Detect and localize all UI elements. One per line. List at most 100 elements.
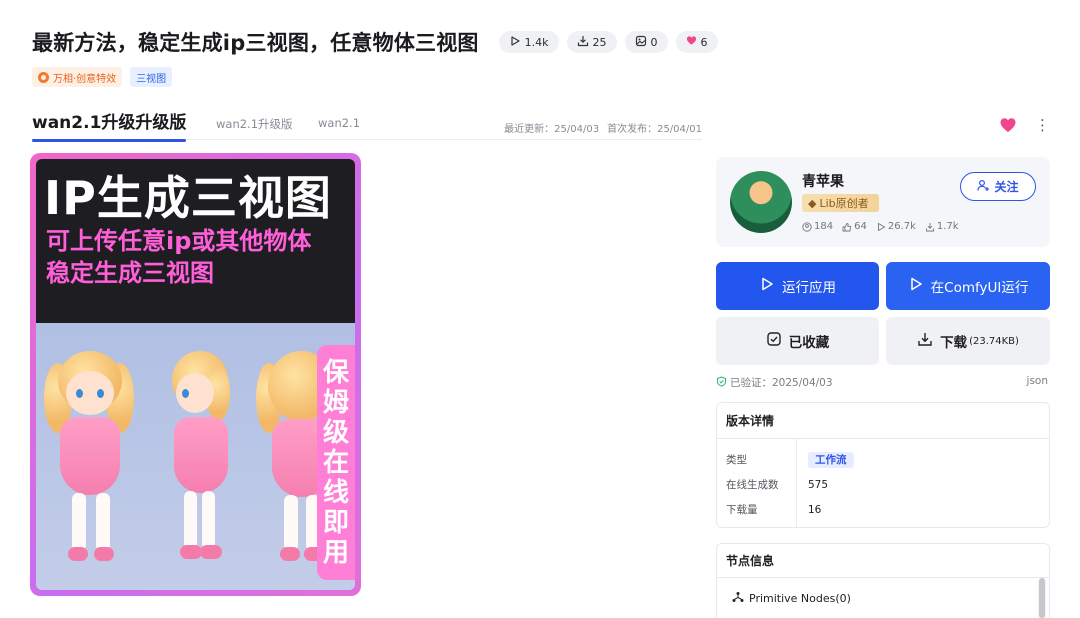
effect-icon <box>38 71 49 83</box>
tag-list: 万相·创意特效 三视图 <box>32 67 173 87</box>
heart-icon <box>686 35 697 49</box>
download-count-label: 下载量 <box>726 504 758 516</box>
download-icon <box>917 331 933 351</box>
run-comfyui-button[interactable]: 在ComfyUI运行 <box>886 262 1050 310</box>
downloads-stat: 25 <box>566 31 617 53</box>
user-icon <box>802 221 812 232</box>
node-item-label: Primitive Nodes(0) <box>749 591 851 605</box>
published-date: 首次发布：25/04/01 <box>607 124 702 135</box>
node-item-primitive[interactable]: Primitive Nodes(0) <box>717 578 1049 618</box>
detail-row-type: 类型 工作流 <box>717 447 1049 472</box>
type-chip: 工作流 <box>808 452 854 468</box>
version-detail-body: 类型 工作流 在线生成数 575 下载量 16 <box>717 439 1049 527</box>
verified-text: 已验证：2025/04/03 <box>730 377 833 389</box>
online-label: 在线生成数 <box>726 479 779 491</box>
tag-three-view[interactable]: 三视图 <box>130 67 173 87</box>
runs-count: 1.4k <box>524 35 549 49</box>
stats-bar: 1.4k 25 0 6 <box>498 31 718 53</box>
follow-button[interactable]: 关注 <box>960 172 1036 201</box>
tab-version-active[interactable]: wan2.1升级升级版 <box>32 108 187 142</box>
creator-badge: ◆ Lib原创者 <box>802 194 879 212</box>
version-dates: 最近更新：25/04/03 首次发布：25/04/01 <box>504 120 702 135</box>
downloads-stat: 1.7k <box>925 221 959 232</box>
add-user-icon <box>977 179 990 195</box>
runs-stat: 26.7k <box>876 221 916 232</box>
node-info-panel: 节点信息 Primitive Nodes(0) <box>716 543 1050 618</box>
character-side <box>162 351 242 581</box>
vertical-char: 在 <box>322 447 349 478</box>
detail-row-downloads: 下载量 16 <box>717 497 1049 522</box>
run-app-button[interactable]: 运行应用 <box>716 262 879 310</box>
images-count: 0 <box>650 35 658 49</box>
avatar[interactable] <box>730 171 792 233</box>
cover-image: IP生成三视图 可上传任意ip或其他物体 稳定生成三视图 保 姆 级 在 线 即… <box>30 153 361 596</box>
verified-info: 已验证：2025/04/03 <box>716 375 833 390</box>
followers-count: 184 <box>814 221 834 232</box>
more-options-icon[interactable]: ⋮ <box>1035 117 1050 133</box>
collected-button[interactable]: 已收藏 <box>716 317 879 365</box>
run-comfyui-label: 在ComfyUI运行 <box>930 280 1029 296</box>
tab-version-upgrade[interactable]: wan2.1升级版 <box>216 116 293 132</box>
cover-inner: IP生成三视图 可上传任意ip或其他物体 稳定生成三视图 保 姆 级 在 线 即… <box>36 159 355 590</box>
cover-headline: IP生成三视图 <box>44 171 332 225</box>
updated-date: 最近更新：25/04/03 <box>504 124 600 135</box>
cover-headline-block: IP生成三视图 可上传任意ip或其他物体 稳定生成三视图 <box>36 159 355 323</box>
character-front <box>40 351 140 581</box>
followers-stat: 184 <box>802 221 833 232</box>
top-actions: ⋮ <box>999 116 1050 134</box>
cover-vertical-banner: 保 姆 级 在 线 即 用 <box>317 345 355 580</box>
runs-stat: 1.4k <box>498 31 559 53</box>
tag-creative-effects[interactable]: 万相·创意特效 <box>32 67 123 87</box>
online-value: 575 <box>808 478 829 491</box>
play-icon <box>877 222 886 231</box>
runs-count: 26.7k <box>887 221 916 232</box>
type-value: 工作流 <box>797 452 854 468</box>
download-label: 下载 <box>940 335 968 351</box>
cover-illustration <box>36 323 355 590</box>
shield-check-icon <box>716 375 727 390</box>
scrollbar-thumb[interactable] <box>1039 578 1045 618</box>
downloads-count: 1.7k <box>936 221 959 232</box>
title-row: 最新方法，稳定生成ip三视图，任意物体三视图 1.4k 25 0 6 <box>32 26 718 58</box>
download-icon <box>577 35 589 50</box>
vertical-char: 用 <box>322 537 349 568</box>
creator-name[interactable]: 青苹果 <box>802 171 844 191</box>
detail-row-online: 在线生成数 575 <box>717 472 1049 497</box>
vertical-char: 线 <box>322 477 349 508</box>
version-tabs: wan2.1升级升级版 wan2.1升级版 wan2.1 最近更新：25/04/… <box>32 104 702 142</box>
page-title: 最新方法，稳定生成ip三视图，任意物体三视图 <box>32 31 479 55</box>
play-icon <box>759 276 775 296</box>
favorite-heart-icon[interactable] <box>999 116 1017 134</box>
vertical-char: 级 <box>322 417 349 448</box>
download-size: (23.74KB) <box>969 335 1019 347</box>
vertical-char: 姆 <box>322 387 349 418</box>
badge-label: Lib原创者 <box>819 197 869 210</box>
json-link[interactable]: json <box>1027 375 1048 387</box>
node-info-title: 节点信息 <box>717 544 1049 578</box>
tag-label: 三视图 <box>136 73 167 85</box>
cover-subline-2: 稳定生成三视图 <box>46 259 214 287</box>
likes-stat[interactable]: 6 <box>675 31 718 53</box>
version-detail-panel: 版本详情 类型 工作流 在线生成数 575 下载量 16 <box>716 402 1050 528</box>
liked-count: 64 <box>854 221 867 232</box>
tab-version-base[interactable]: wan2.1 <box>318 116 360 130</box>
download-button[interactable]: 下载 (23.74KB) <box>886 317 1050 365</box>
download-icon <box>925 222 934 231</box>
liked-stat: 64 <box>842 221 867 232</box>
download-count-value: 16 <box>808 503 822 516</box>
tag-label: 万相·创意特效 <box>53 73 117 85</box>
node-tree-icon <box>732 591 744 606</box>
version-detail-title: 版本详情 <box>717 403 1049 439</box>
thumb-icon <box>842 222 852 231</box>
type-label: 类型 <box>726 454 747 466</box>
play-icon <box>509 35 521 50</box>
vertical-char: 保 <box>322 357 349 388</box>
diamond-icon: ◆ <box>808 196 817 210</box>
creator-card: 青苹果 ◆ Lib原创者 184 64 26.7k 1.7k 关注 <box>716 157 1050 247</box>
node-scrollbar[interactable] <box>1038 578 1046 618</box>
likes-count: 6 <box>700 35 708 49</box>
downloads-count: 25 <box>592 35 607 49</box>
checkbox-icon <box>766 331 782 351</box>
creator-stats: 184 64 26.7k 1.7k <box>802 221 959 232</box>
image-icon <box>635 35 647 50</box>
